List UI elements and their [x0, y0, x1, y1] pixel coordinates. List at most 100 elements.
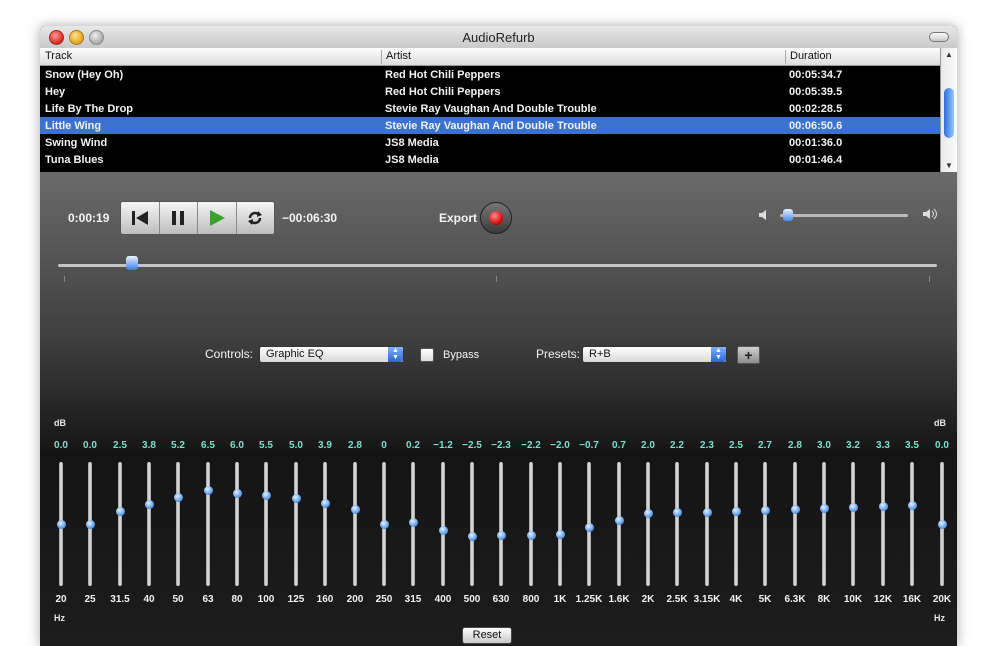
- eq-band-knob[interactable]: [848, 502, 858, 512]
- toolbar-toggle-button[interactable]: [929, 32, 949, 42]
- eq-band-knob[interactable]: [702, 507, 712, 517]
- eq-band-knob[interactable]: [115, 506, 125, 516]
- scrollbar-thumb[interactable]: [944, 88, 954, 138]
- eq-band-slider[interactable]: [441, 462, 445, 586]
- cell-track: Hey: [45, 86, 66, 98]
- eq-band-gain: 0.7: [612, 440, 626, 451]
- column-header-track[interactable]: Track: [45, 50, 380, 64]
- eq-band-knob[interactable]: [379, 519, 389, 529]
- volume-slider-track[interactable]: [780, 214, 908, 217]
- eq-band-slider[interactable]: [206, 462, 210, 586]
- bypass-label: Bypass: [443, 349, 480, 361]
- eq-band-slider[interactable]: [176, 462, 180, 586]
- play-button[interactable]: [198, 202, 237, 234]
- eq-band-slider[interactable]: [675, 462, 679, 586]
- eq-band-knob[interactable]: [173, 492, 183, 502]
- eq-band-knob[interactable]: [878, 502, 888, 512]
- repeat-button[interactable]: [237, 202, 275, 234]
- table-row[interactable]: Snow (Hey Oh) Red Hot Chili Peppers 00:05:…: [40, 66, 940, 83]
- eq-band-knob[interactable]: [203, 485, 213, 495]
- eq-band-knob[interactable]: [320, 499, 330, 509]
- eq-band-knob[interactable]: [291, 493, 301, 503]
- eq-band-slider[interactable]: [353, 462, 357, 586]
- eq-band-slider[interactable]: [763, 462, 767, 586]
- eq-band-slider[interactable]: [294, 462, 298, 586]
- column-header-artist[interactable]: Artist: [381, 50, 786, 64]
- table-row[interactable]: Life By The Drop Stevie Ray Vaughan And D…: [40, 100, 940, 117]
- eq-band-knob[interactable]: [467, 532, 477, 542]
- eq-band-slider[interactable]: [147, 462, 151, 586]
- eq-band-knob[interactable]: [643, 509, 653, 519]
- bypass-checkbox[interactable]: [420, 348, 434, 362]
- cell-track: Life By The Drop: [45, 103, 134, 115]
- scroll-up-arrow-icon[interactable]: ▲: [945, 50, 953, 59]
- eq-band-slider[interactable]: [851, 462, 855, 586]
- eq-band-knob[interactable]: [760, 505, 770, 515]
- eq-band-knob[interactable]: [584, 523, 594, 533]
- eq-band-knob[interactable]: [672, 508, 682, 518]
- volume-slider-knob[interactable]: [783, 209, 794, 221]
- eq-band-slider[interactable]: [470, 462, 474, 586]
- eq-band-gain: 0.0: [935, 440, 949, 451]
- eq-band-knob[interactable]: [819, 504, 829, 513]
- position-slider-knob[interactable]: [125, 256, 138, 270]
- eq-band-frequency: 10K: [843, 594, 863, 605]
- play-icon: [209, 210, 225, 226]
- eq-band-slider[interactable]: [646, 462, 650, 586]
- table-row[interactable]: Swing Wind JS8 Media 00:01:36.0: [40, 134, 940, 151]
- eq-band-slider[interactable]: [822, 462, 826, 586]
- table-row[interactable]: Hey Red Hot Chili Peppers 00:05:39.5: [40, 83, 940, 100]
- eq-band-knob[interactable]: [261, 491, 271, 501]
- eq-band-slider[interactable]: [323, 462, 327, 586]
- skip-back-button[interactable]: [121, 202, 160, 234]
- player-panel: 0:00:19 −00:06:30 Export Controls: Graph…: [40, 172, 957, 646]
- eq-band-knob[interactable]: [907, 501, 917, 511]
- table-row[interactable]: Little Wing Stevie Ray Vaughan And Double…: [40, 117, 940, 134]
- pause-button[interactable]: [160, 202, 198, 234]
- eq-band-knob[interactable]: [526, 530, 536, 540]
- eq-band-knob[interactable]: [614, 515, 624, 525]
- eq-band-slider[interactable]: [734, 462, 738, 586]
- eq-band-slider[interactable]: [793, 462, 797, 586]
- eq-band-slider[interactable]: [529, 462, 533, 586]
- eq-band-knob[interactable]: [438, 525, 448, 535]
- eq-band-knob[interactable]: [555, 529, 565, 539]
- eq-band-gain: −2.3: [491, 440, 511, 451]
- eq-band-knob[interactable]: [937, 519, 947, 529]
- eq-band-knob[interactable]: [144, 499, 154, 509]
- presets-select[interactable]: R+B ▲ ▼: [582, 346, 727, 363]
- export-record-button[interactable]: [480, 202, 512, 234]
- eq-band-slider[interactable]: [910, 462, 914, 586]
- cell-duration: 00:02:28.5: [789, 103, 843, 115]
- eq-band-knob[interactable]: [85, 519, 95, 529]
- eq-band-knob[interactable]: [56, 519, 66, 529]
- eq-band-slider[interactable]: [881, 462, 885, 586]
- add-preset-button[interactable]: +: [737, 346, 760, 364]
- eq-band-slider[interactable]: [499, 462, 503, 586]
- repeat-icon: [248, 211, 263, 225]
- db-label-left: dB: [54, 418, 66, 428]
- eq-band-slider[interactable]: [558, 462, 562, 586]
- eq-band-slider[interactable]: [705, 462, 709, 586]
- controls-select[interactable]: Graphic EQ ▲ ▼: [259, 346, 404, 363]
- eq-band-knob[interactable]: [496, 531, 506, 541]
- eq-band-gain: 3.3: [876, 440, 890, 451]
- controls-label: Controls:: [205, 347, 254, 361]
- transport-buttons: [120, 201, 275, 235]
- eq-band-slider[interactable]: [235, 462, 239, 586]
- window-title: AudioRefurb: [462, 30, 535, 45]
- column-header-duration[interactable]: Duration: [785, 50, 940, 64]
- eq-band-gain: 0.0: [83, 440, 97, 451]
- eq-band-knob[interactable]: [350, 505, 360, 515]
- scroll-down-arrow-icon[interactable]: ▼: [945, 161, 953, 170]
- eq-band-slider[interactable]: [118, 462, 122, 586]
- eq-band-slider[interactable]: [264, 462, 268, 586]
- eq-band-knob[interactable]: [408, 518, 418, 528]
- eq-band-gain: 0: [381, 440, 387, 451]
- eq-band-knob[interactable]: [232, 488, 242, 498]
- table-row[interactable]: Tuna Blues JS8 Media 00:01:46.4: [40, 151, 940, 168]
- eq-band-knob[interactable]: [790, 505, 800, 515]
- eq-band-knob[interactable]: [731, 506, 741, 516]
- table-scrollbar[interactable]: ▲ ▼: [940, 48, 957, 172]
- position-slider-track[interactable]: [58, 264, 937, 267]
